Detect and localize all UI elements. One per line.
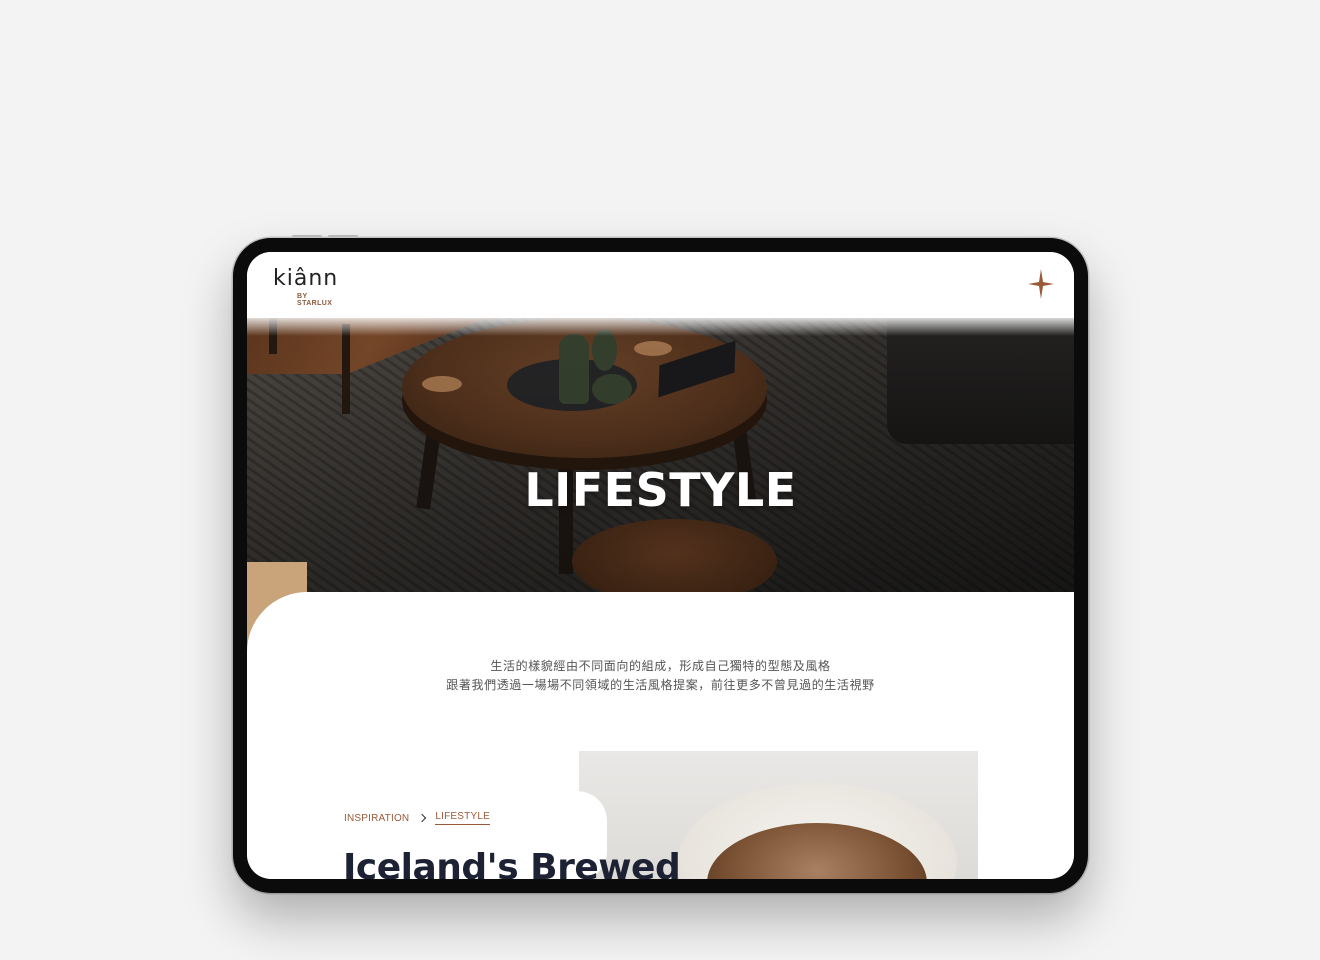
intro-line: 生活的樣貌經由不同面向的組成，形成自己獨特的型態及風格 [490,659,831,673]
tablet-screen: LIFESTYLE kiânn BY STARLUX 生活的樣貌經由不同面向的組… [247,252,1074,879]
four-point-star-icon[interactable] [1028,269,1054,299]
hero-title: LIFESTYLE [524,462,797,517]
hero-overlay [247,314,1074,592]
intro-line: 跟著我們透過一場場不同領域的生活風格提案，前往更多不曾見過的生活視野 [446,678,875,692]
breadcrumb: INSPIRATION LIFESTYLE [344,811,490,825]
logo-wordmark: kiânn [273,266,339,291]
site-header: kiânn BY STARLUX [247,252,1074,318]
tablet-frame: LIFESTYLE kiânn BY STARLUX 生活的樣貌經由不同面向的組… [233,238,1088,893]
intro-text: 生活的樣貌經由不同面向的組成，形成自己獨特的型態及風格 跟著我們透過一場場不同領… [247,657,1074,695]
article-title[interactable]: Iceland's Brewed [343,847,681,879]
breadcrumb-lifestyle[interactable]: LIFESTYLE [435,811,490,825]
breadcrumb-inspiration[interactable]: INSPIRATION [344,813,409,824]
chevron-right-icon [418,813,427,823]
logo-tagline: BY STARLUX [297,293,333,307]
site-logo[interactable]: kiânn BY STARLUX [273,266,345,307]
hero-banner: LIFESTYLE [247,314,1074,592]
